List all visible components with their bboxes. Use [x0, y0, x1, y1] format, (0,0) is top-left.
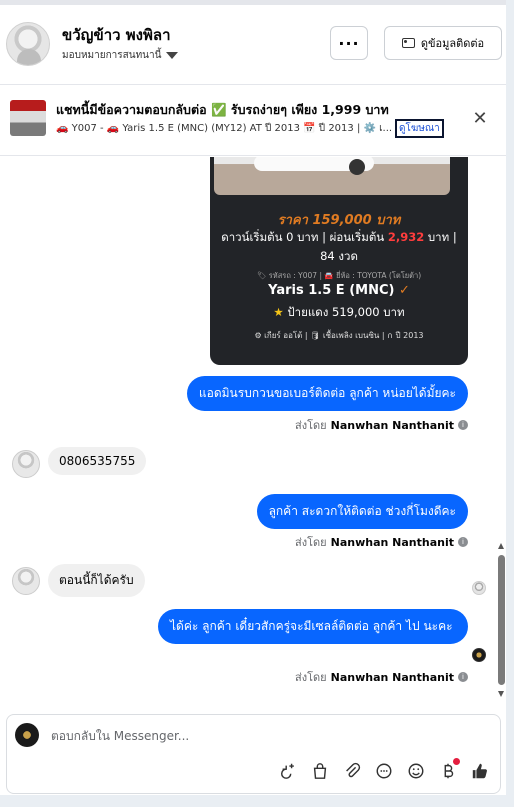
- listing-model: Yaris 1.5 E (MNC) ✓: [210, 283, 468, 298]
- message-bubble-outgoing[interactable]: ลูกค้า สะดวกให้ติดต่อ ช่วงกี่โมงดีคะ: [256, 494, 468, 529]
- listing-specs: ⚙ เกียร์ ออโต้ | 🛢 เชื้อเพลิง เบนซิน | ∩…: [254, 331, 424, 340]
- plate-text: ป้ายแดง 519,000 บาท: [287, 305, 405, 319]
- assign-conversation-dropdown[interactable]: มอบหมายการสนทนานี้: [62, 48, 179, 63]
- star-icon: ★: [273, 305, 284, 319]
- customer-avatar-small: [12, 567, 40, 595]
- more-options-button[interactable]: ···: [330, 26, 368, 60]
- car-listing-card[interactable]: ราคา 159,000 บาท ดาวน์เริ่มต้น 0 บาท | ผ…: [210, 157, 468, 365]
- chat-scrollbar[interactable]: [497, 157, 506, 705]
- notification-dot: [453, 758, 460, 765]
- sent-by-label: ส่งโดย Nanwhan Nanthanit i: [295, 416, 468, 434]
- sender-name: Nanwhan Nanthanit: [330, 535, 454, 549]
- view-contact-button[interactable]: ดูข้อมูลติดต่อ: [384, 26, 502, 60]
- add-contact-icon[interactable]: [278, 761, 298, 781]
- sender-name: Nanwhan Nanthanit: [330, 418, 454, 432]
- scroll-down-arrow-icon[interactable]: [498, 691, 504, 697]
- close-icon[interactable]: ✕: [470, 108, 490, 129]
- shopping-bag-icon[interactable]: [310, 761, 330, 781]
- window-edge-bottom: [0, 795, 514, 807]
- like-icon[interactable]: [470, 761, 490, 781]
- listing-terms: ดาวน์เริ่มต้น 0 บาท | ผ่อนเริ่มต้น 2,932…: [210, 228, 468, 266]
- info-icon[interactable]: i: [458, 672, 468, 682]
- sent-by-prefix: ส่งโดย: [295, 671, 327, 684]
- saved-reply-icon[interactable]: [374, 761, 394, 781]
- customer-avatar[interactable]: [6, 22, 50, 66]
- ad-thumbnail: [10, 100, 46, 136]
- info-icon[interactable]: i: [458, 420, 468, 430]
- page-avatar: [15, 723, 39, 747]
- ad-context-banner: แชทนี้มีข้อความตอบกลับต่อ ✅ รับรถง่ายๆ เ…: [0, 86, 506, 156]
- scroll-up-arrow-icon[interactable]: [498, 543, 504, 549]
- scrollbar-thumb[interactable]: [498, 555, 505, 685]
- verified-check-icon: ✓: [398, 283, 410, 298]
- model-name: Yaris 1.5 E (MNC): [268, 283, 395, 298]
- sent-by-prefix: ส่งโดย: [295, 536, 327, 549]
- sent-by-label: ส่งโดย Nanwhan Nanthanit i: [295, 533, 468, 551]
- listing-price: ราคา 159,000 บาท: [277, 213, 401, 228]
- emoji-icon[interactable]: [406, 761, 426, 781]
- seen-avatar-page: [472, 648, 486, 662]
- ad-subtitle: 🚗 Y007 - 🚗 Yaris 1.5 E (MNC) (MY12) AT ป…: [56, 123, 393, 134]
- composer-toolbar: [278, 758, 490, 781]
- sent-by-prefix: ส่งโดย: [295, 419, 327, 432]
- terms-prefix: ดาวน์เริ่มต้น 0 บาท | ผ่อนเริ่มต้น: [221, 230, 388, 244]
- payment-baht-icon[interactable]: [438, 758, 460, 781]
- message-bubble-incoming[interactable]: 0806535755: [48, 447, 147, 475]
- message-bubble-outgoing[interactable]: ได้ค่ะ ลูกค้า เดี๋ยวสักครู่จะมีเซลล์ติดต…: [158, 609, 468, 644]
- listing-plate: ★ ป้ายแดง 519,000 บาท: [210, 304, 468, 322]
- seen-avatar: [472, 581, 486, 595]
- message-thread: ราคา 159,000 บาท ดาวน์เริ่มต้น 0 บาท | ผ…: [0, 157, 506, 705]
- info-icon[interactable]: i: [458, 537, 468, 547]
- reply-composer: [6, 714, 501, 794]
- attachment-icon[interactable]: [342, 761, 362, 781]
- messenger-chat-window: ขวัญข้าว พงพิลา มอบหมายการสนทนานี้ ··· ด…: [0, 0, 514, 807]
- car-photo: [214, 157, 450, 195]
- reply-input[interactable]: [51, 725, 431, 747]
- message-bubble-outgoing[interactable]: แอดมินรบกวนขอเบอร์ติดต่อ ลูกค้า หน่อยได้…: [186, 376, 468, 411]
- chat-header: ขวัญข้าว พงพิลา มอบหมายการสนทนานี้ ··· ด…: [0, 5, 506, 85]
- sent-by-label: ส่งโดย Nanwhan Nanthanit i: [295, 668, 468, 686]
- message-bubble-incoming[interactable]: ตอนนี้ก็ได้ครับ: [48, 564, 145, 597]
- sender-name: Nanwhan Nanthanit: [330, 670, 454, 684]
- view-contact-label: ดูข้อมูลติดต่อ: [420, 37, 485, 50]
- view-ad-link[interactable]: ดูโฆษณา: [395, 119, 444, 138]
- customer-name[interactable]: ขวัญข้าว พงพิลา: [62, 23, 171, 47]
- installment-amount: 2,932: [387, 230, 425, 244]
- ad-title: แชทนี้มีข้อความตอบกลับต่อ ✅ รับรถง่ายๆ เ…: [56, 102, 389, 117]
- contact-card-icon: [401, 38, 415, 48]
- customer-avatar-small: [12, 450, 40, 478]
- listing-meta: 🏷 รหัสรถ : Y007 | 🚘 ยี่ห้อ : TOYOTA (โตโ…: [256, 271, 422, 280]
- window-edge-right: [506, 0, 514, 807]
- caret-down-icon: [166, 52, 179, 59]
- assign-label: มอบหมายการสนทนานี้: [62, 50, 162, 61]
